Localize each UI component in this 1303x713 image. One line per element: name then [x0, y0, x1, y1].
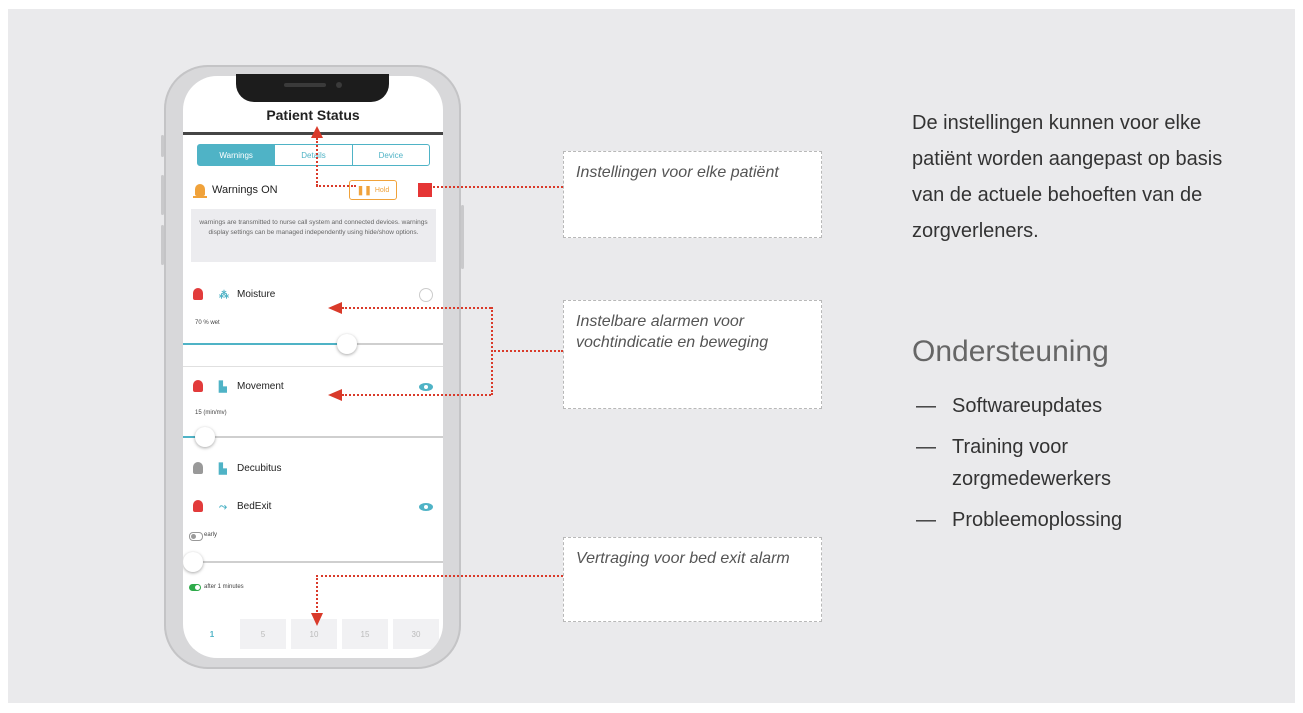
divider: [183, 366, 443, 367]
bell-alarm-icon: [193, 288, 203, 300]
movement-slider-knob[interactable]: [195, 427, 215, 447]
delay-option[interactable]: 5: [240, 619, 286, 649]
moisture-icon: ⁂: [219, 290, 229, 301]
pointer-line: [316, 138, 318, 186]
moisture-slider-fill: [183, 343, 347, 345]
pointer-line: [342, 394, 491, 396]
movement-label: Movement: [237, 381, 284, 392]
pointer-line: [342, 307, 491, 309]
delay-option[interactable]: 30: [393, 619, 439, 649]
bed-icon: ▙: [219, 382, 227, 393]
early-toggle[interactable]: [189, 532, 203, 541]
pointer-line: [316, 575, 563, 577]
warnings-label: Warnings ON: [212, 184, 278, 196]
warnings-row: Warnings ON ❚❚ Hold: [191, 180, 436, 204]
movement-slider-track: [183, 436, 443, 438]
bed-icon: ▙: [219, 464, 227, 475]
info-text: warnings are transmitted to nurse call s…: [191, 209, 436, 262]
moisture-value: 70 % wet: [195, 320, 220, 326]
eye-icon[interactable]: [419, 503, 433, 511]
pointer-line: [491, 350, 563, 352]
moisture-slider-knob[interactable]: [336, 334, 357, 354]
hold-label: Hold: [374, 186, 390, 194]
delay-toggle[interactable]: [189, 584, 201, 591]
arrow-left-icon: [328, 389, 342, 401]
eye-icon[interactable]: [419, 383, 433, 391]
bedexit-icon: ⤳: [219, 502, 227, 513]
callout-delay-text: Vertraging voor bed exit alarm: [576, 550, 790, 567]
delay-option[interactable]: 15: [342, 619, 388, 649]
screen-title: Patient Status: [266, 107, 360, 123]
pointer-line: [430, 186, 563, 188]
list-item: — Softwareupdates: [916, 395, 1103, 417]
eye-off-icon[interactable]: [419, 288, 433, 302]
bedexit-slider-track: [183, 561, 443, 563]
phone-notch: [236, 74, 389, 102]
moisture-label: Moisture: [237, 289, 276, 300]
early-label: early: [204, 532, 218, 538]
support-list: — Softwareupdates — Training voor zorgmede…: [916, 390, 1156, 545]
callout-alarms-text: Instelbare alarmen voor vochtindicatie e…: [576, 313, 769, 351]
callout-delay: Vertraging voor bed exit alarm: [563, 537, 822, 622]
bell-muted-icon: [193, 462, 203, 474]
hold-button[interactable]: ❚❚ Hold: [349, 180, 397, 200]
callout-settings-text: Instellingen voor elke patiënt: [576, 164, 779, 181]
callout-settings: Instellingen voor elke patiënt: [563, 151, 822, 238]
phone-screen: Patient Status Warnings Details Device W…: [183, 76, 443, 658]
delay-toggle-label: after 1 minutes: [204, 584, 244, 590]
decubitus-label: Decubitus: [237, 463, 282, 474]
bell-icon: [193, 184, 207, 198]
bell-alarm-icon: [193, 500, 203, 512]
arrow-left-icon: [328, 302, 342, 314]
arrow-down-icon: [311, 613, 323, 626]
tab-device[interactable]: Device: [353, 145, 429, 165]
tab-warnings[interactable]: Warnings: [198, 145, 276, 165]
pause-icon: ❚❚: [356, 184, 372, 195]
description-text: De instellingen kunnen voor elke patiënt…: [912, 112, 1223, 242]
delay-option[interactable]: 1: [189, 619, 235, 649]
bedexit-slider-knob[interactable]: [183, 552, 203, 572]
movement-value: 15 (min/mv): [195, 410, 227, 416]
list-item: — Probleemoplossing: [916, 509, 1123, 531]
arrow-up-icon: [311, 126, 323, 138]
callout-alarms: Instelbare alarmen voor vochtindicatie e…: [563, 300, 822, 409]
list-item: — Training voor zorgmedewerkers: [916, 436, 1111, 490]
support-heading: Ondersteuning: [912, 335, 1109, 368]
bedexit-label: BedExit: [237, 501, 272, 512]
tab-details[interactable]: Details: [275, 145, 353, 165]
bell-alarm-icon: [193, 380, 203, 392]
tab-bar: Warnings Details Device: [197, 144, 430, 166]
pointer-line: [316, 185, 356, 187]
pointer-line: [316, 575, 318, 615]
